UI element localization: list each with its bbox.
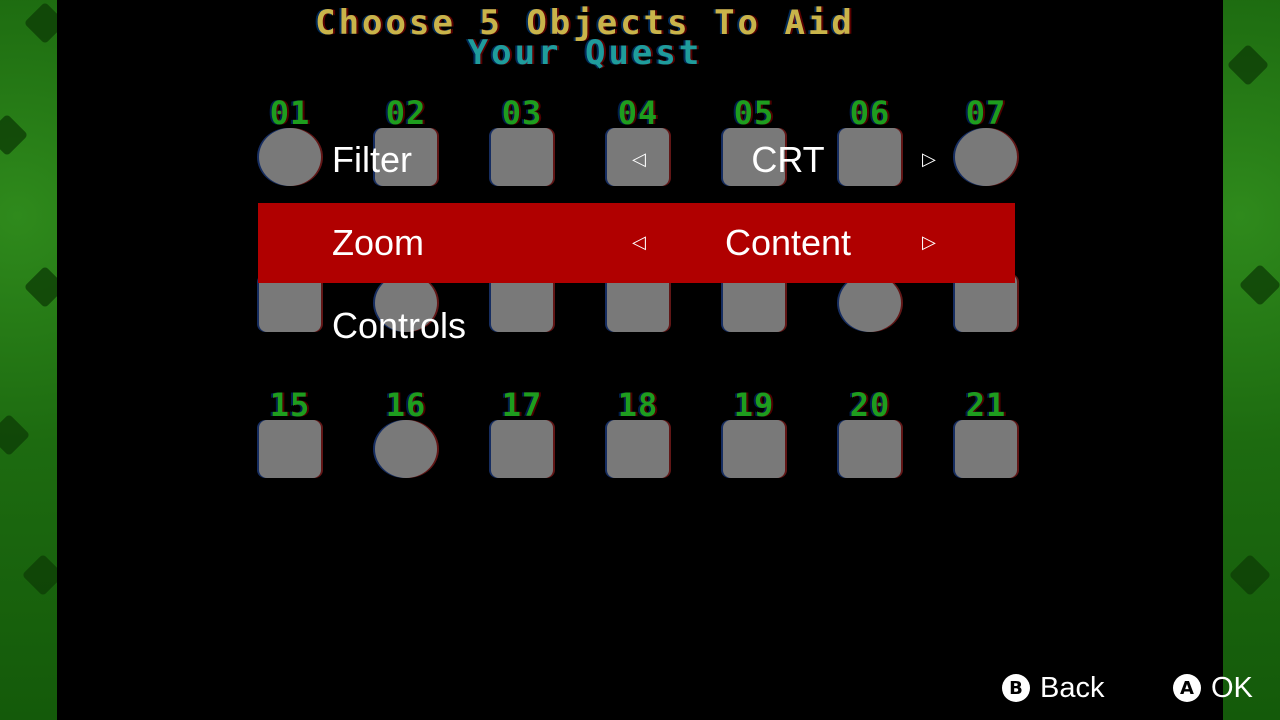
back-button[interactable]: B Back bbox=[1002, 668, 1104, 708]
menu-item-controls[interactable]: Controls bbox=[258, 286, 1015, 366]
object-number-16: 16 bbox=[385, 386, 427, 424]
object-number-18: 18 bbox=[617, 386, 659, 424]
menu-item-label: Filter bbox=[332, 139, 412, 180]
left-border-art bbox=[0, 0, 67, 720]
back-label: Back bbox=[1040, 671, 1105, 704]
object-number-21: 21 bbox=[965, 386, 1007, 424]
tank-icon bbox=[259, 420, 321, 478]
menu-item-value: Content bbox=[724, 222, 852, 263]
hammer-icon bbox=[955, 420, 1017, 478]
scroll-icon bbox=[723, 420, 785, 478]
anchor-icon bbox=[839, 420, 901, 478]
ok-button[interactable]: A OK bbox=[1173, 668, 1253, 708]
left-arrow-icon[interactable]: ◁ bbox=[632, 203, 646, 283]
sack-icon bbox=[607, 420, 669, 478]
menu-item-filter[interactable]: Filter ◁ CRT ▷ bbox=[258, 120, 1015, 200]
game-subtitle: Your Quest bbox=[467, 33, 703, 73]
b-button-icon: B bbox=[1002, 674, 1030, 702]
screen: Choose 5 Objects To Aid Your Quest 01 02… bbox=[0, 0, 1280, 720]
left-arrow-icon[interactable]: ◁ bbox=[632, 120, 646, 200]
a-button-icon: A bbox=[1173, 674, 1201, 702]
menu-item-zoom[interactable]: Zoom ◁ Content ▷ bbox=[258, 203, 1015, 283]
right-arrow-icon[interactable]: ▷ bbox=[922, 203, 936, 283]
right-arrow-icon[interactable]: ▷ bbox=[922, 120, 936, 200]
object-number-19: 19 bbox=[733, 386, 775, 424]
object-number-17: 17 bbox=[501, 386, 543, 424]
shield-icon bbox=[375, 420, 437, 478]
ok-label: OK bbox=[1211, 671, 1253, 704]
right-border-art bbox=[1223, 0, 1280, 720]
menu-item-label: Zoom bbox=[332, 222, 425, 263]
axe-icon bbox=[491, 420, 553, 478]
object-number-20: 20 bbox=[849, 386, 891, 424]
object-number-15: 15 bbox=[269, 386, 311, 424]
menu-item-label: Controls bbox=[332, 305, 467, 346]
menu-item-value: CRT bbox=[751, 139, 825, 180]
